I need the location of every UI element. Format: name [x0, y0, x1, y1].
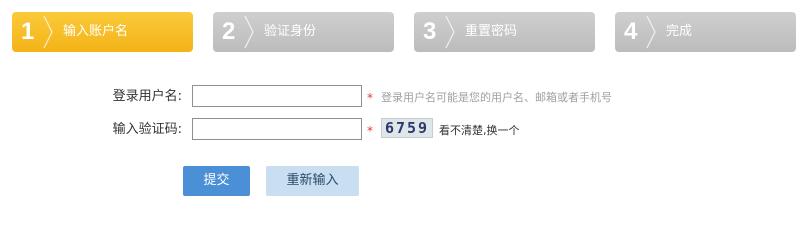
- step-label: 验证身份: [264, 24, 317, 39]
- reset-button[interactable]: 重新输入: [266, 166, 359, 196]
- required-mark: *: [367, 91, 373, 105]
- chevron-right-icon: [43, 15, 53, 49]
- step-number: 4: [624, 18, 638, 45]
- step-number: 2: [222, 18, 236, 45]
- captcha-row: 输入验证码: * 6759 看不清楚,换一个: [0, 118, 800, 142]
- step-number: 1: [21, 18, 35, 45]
- captcha-input[interactable]: [192, 118, 362, 140]
- username-input[interactable]: [192, 85, 362, 107]
- submit-button[interactable]: 提交: [183, 166, 250, 196]
- username-row: 登录用户名: * 登录用户名可能是您的用户名、邮箱或者手机号: [0, 85, 800, 109]
- step-1: 1 输入账户名: [12, 12, 193, 52]
- step-label: 完成: [666, 24, 693, 39]
- chevron-right-icon: [244, 15, 254, 49]
- step-4: 4 完成: [615, 12, 796, 52]
- required-mark: *: [367, 124, 373, 138]
- captcha-label: 输入验证码:: [112, 122, 182, 137]
- chevron-right-icon: [646, 15, 656, 49]
- step-label: 重置密码: [465, 24, 518, 39]
- step-number: 3: [423, 18, 437, 45]
- step-progress-bar: 1 输入账户名 2 验证身份 3 重置密码 4 完成: [12, 12, 796, 52]
- username-label: 登录用户名:: [112, 89, 182, 104]
- chevron-right-icon: [445, 15, 455, 49]
- step-label: 输入账户名: [63, 24, 129, 39]
- step-3: 3 重置密码: [414, 12, 595, 52]
- username-hint: 登录用户名可能是您的用户名、邮箱或者手机号: [381, 91, 612, 104]
- refresh-captcha-link[interactable]: 看不清楚,换一个: [439, 124, 520, 138]
- step-2: 2 验证身份: [213, 12, 394, 52]
- captcha-image[interactable]: 6759: [381, 118, 433, 138]
